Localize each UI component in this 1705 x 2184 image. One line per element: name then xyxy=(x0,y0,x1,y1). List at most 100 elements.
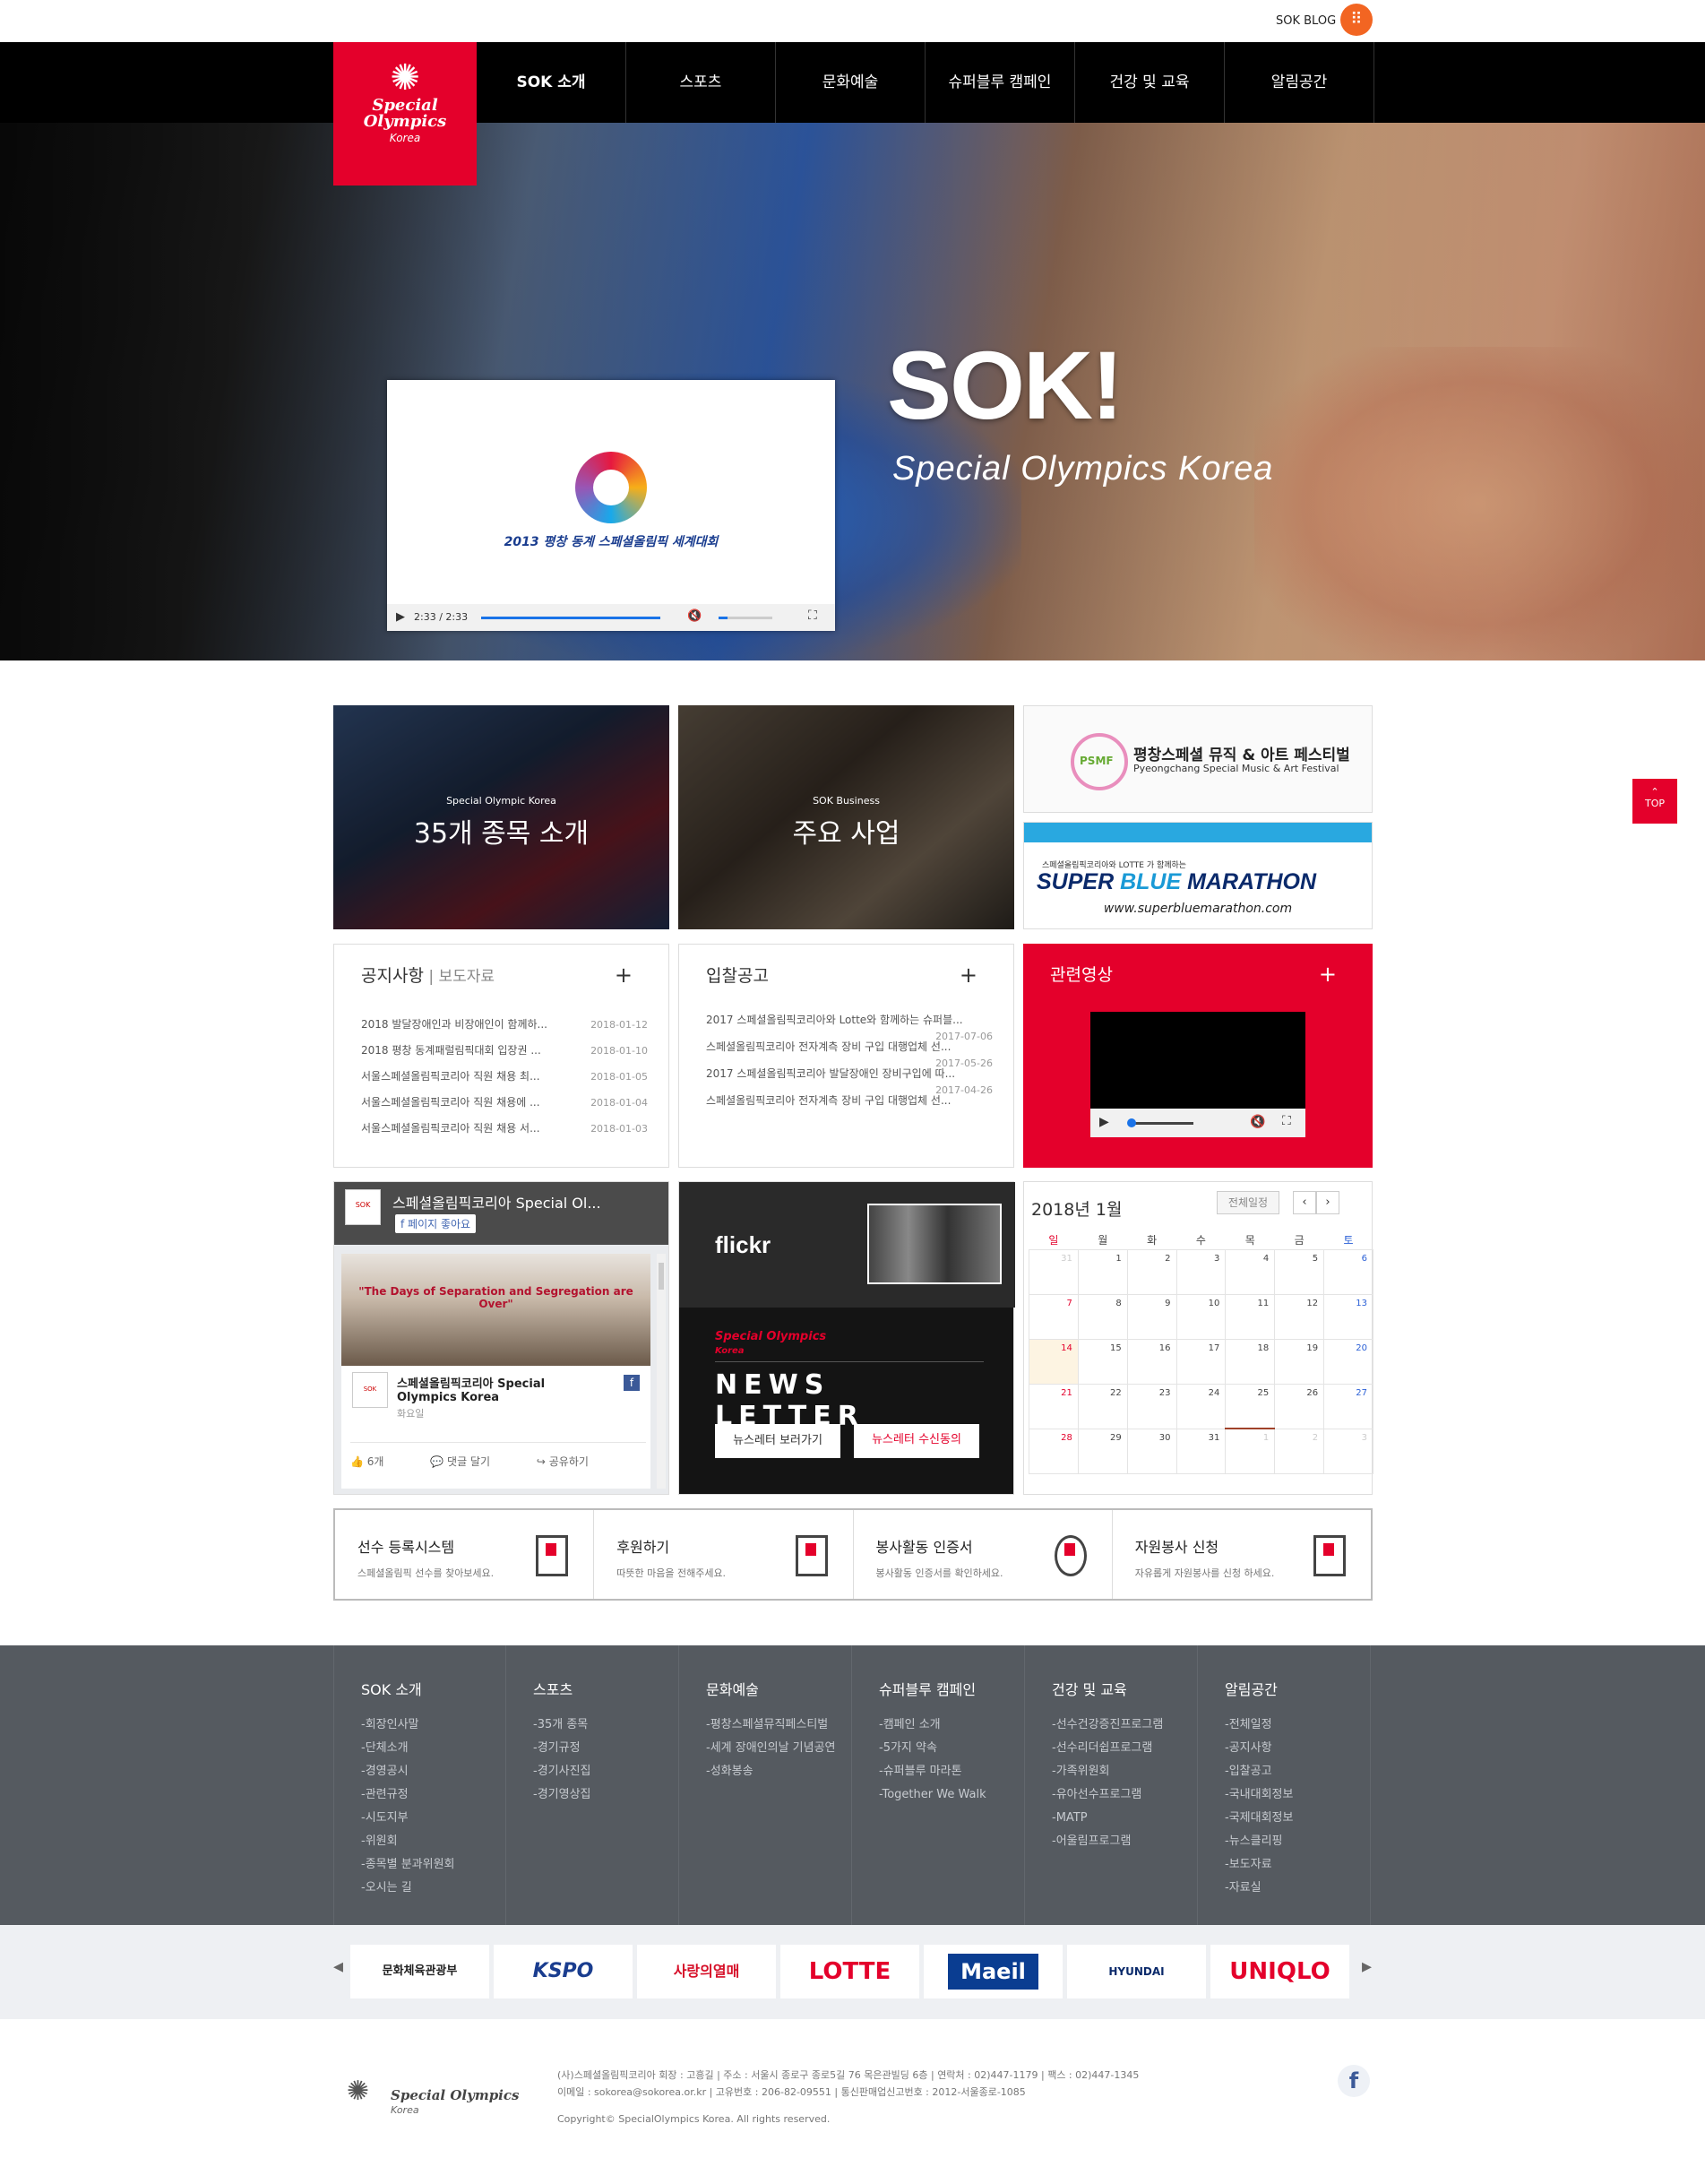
quick-athlete-registration[interactable]: 선수 등록시스템 스페셜올림픽 선수를 찾아보세요. xyxy=(335,1510,595,1599)
calendar-day-today[interactable]: 14 xyxy=(1029,1338,1079,1385)
nav-item-notice-space[interactable]: 알림공간 xyxy=(1225,42,1374,123)
partner-logo-uniqlo[interactable]: UNIQLO xyxy=(1210,1945,1349,1998)
sitemap-link[interactable]: -회장인사말 xyxy=(361,1714,505,1737)
calendar-day[interactable]: 2 xyxy=(1126,1248,1177,1295)
calendar-day[interactable]: 8 xyxy=(1077,1293,1128,1340)
sitemap-link[interactable]: -뉴스클리핑 xyxy=(1225,1830,1370,1853)
all-schedule-button[interactable]: 전체일정 xyxy=(1217,1191,1279,1214)
partner-logo-mcst[interactable]: 문화체육관광부 xyxy=(350,1945,489,1998)
calendar-day[interactable]: 4 xyxy=(1225,1248,1276,1295)
calendar-day[interactable]: 31 xyxy=(1175,1428,1227,1474)
list-item[interactable]: 서울스페셜올림픽코리아 직원 채용 서... 2018-01-03 xyxy=(361,1116,648,1142)
calendar-day[interactable]: 10 xyxy=(1175,1293,1227,1340)
banner-music-art-festival[interactable]: 평창스페셜 뮤직 & 아트 페스티벌 Pyeongchang Special M… xyxy=(1023,705,1373,813)
list-item[interactable]: 스페셜올림픽코리아 전자계측 장비 구입 대행업체 선... xyxy=(706,1092,993,1119)
more-plus-icon[interactable]: + xyxy=(615,963,633,988)
quick-donate[interactable]: 후원하기 따뜻한 마음을 전해주세요. xyxy=(594,1510,854,1599)
tile-sports-intro[interactable]: Special Olympic Korea 35개 종목 소개 xyxy=(333,705,669,929)
hero-video-player[interactable]: 2013 평창 동계 스페셜올림픽 세계대회 ▶ 2:33 / 2:33 🔇 ⛶ xyxy=(387,380,835,631)
newsletter-view-button[interactable]: 뉴스레터 보러가기 xyxy=(715,1424,840,1458)
share-action[interactable]: ↪ 공유하기 xyxy=(537,1455,610,1468)
sitemap-link[interactable]: -경기영상집 xyxy=(533,1783,678,1807)
calendar-day[interactable]: 3 xyxy=(1175,1248,1227,1295)
tab-notice[interactable]: 공지사항 xyxy=(361,966,424,986)
page-like-button[interactable]: f 페이지 좋아요 xyxy=(395,1214,477,1233)
list-item[interactable]: 2017 스페셜올림픽코리아와 Lotte와 함께하는 슈퍼블... 2017-0… xyxy=(706,1012,993,1042)
list-item[interactable]: 2018 평창 동계패럴림픽대회 입장권 ... 2018-01-10 xyxy=(361,1038,648,1064)
sitemap-link[interactable]: -평창스페셜뮤직페스티벌 xyxy=(706,1714,851,1737)
calendar-day[interactable]: 31 xyxy=(1029,1248,1079,1295)
sitemap-link[interactable]: -보도자료 xyxy=(1225,1853,1370,1877)
banner-super-blue-marathon[interactable]: 스페셜올림픽코리아와 LOTTE 가 함께하는 SUPER BLUE MARAT… xyxy=(1023,822,1373,929)
sitemap-link[interactable]: -종목별 분과위원회 xyxy=(361,1853,505,1877)
sitemap-heading[interactable]: 스포츠 xyxy=(533,1678,678,1699)
sitemap-heading[interactable]: SOK 소개 xyxy=(361,1678,505,1699)
like-action[interactable]: 👍 6개 xyxy=(350,1455,405,1468)
calendar-day[interactable]: 16 xyxy=(1126,1338,1177,1385)
calendar-day[interactable]: 11 xyxy=(1225,1293,1276,1340)
more-plus-icon[interactable]: + xyxy=(960,963,977,988)
list-item[interactable]: 2017 스페셜올림픽코리아 발달장애인 장비구입에 따... 2017-04-2… xyxy=(706,1066,993,1096)
partner-logo-lotte[interactable]: LOTTE xyxy=(780,1945,919,1998)
sitemap-link[interactable]: -슈퍼블루 마라톤 xyxy=(879,1760,1024,1783)
scroll-top-button[interactable]: ⌃ TOP xyxy=(1632,779,1677,824)
calendar-day[interactable]: 26 xyxy=(1274,1383,1325,1429)
sitemap-link[interactable]: -어울림프로그램 xyxy=(1052,1830,1197,1853)
calendar-day[interactable]: 19 xyxy=(1274,1338,1325,1385)
post-image[interactable]: "The Days of Separation and Segregation … xyxy=(341,1254,650,1366)
calendar-day[interactable]: 27 xyxy=(1323,1383,1373,1429)
fullscreen-icon[interactable]: ⛶ xyxy=(808,609,817,623)
sitemap-link[interactable]: -경기규정 xyxy=(533,1737,678,1760)
sitemap-heading[interactable]: 알림공간 xyxy=(1225,1678,1370,1699)
sitemap-heading[interactable]: 건강 및 교육 xyxy=(1052,1678,1197,1699)
scrollbar[interactable] xyxy=(657,1254,666,1489)
sitemap-heading[interactable]: 슈퍼블루 캠페인 xyxy=(879,1678,1024,1699)
facebook-icon[interactable]: f xyxy=(1338,2065,1370,2097)
sitemap-link[interactable]: -유아선수프로그램 xyxy=(1052,1783,1197,1807)
calendar-day[interactable]: 29 xyxy=(1077,1428,1128,1474)
sitemap-link[interactable]: -공지사항 xyxy=(1225,1737,1370,1760)
calendar-day-event[interactable]: 25 xyxy=(1225,1383,1276,1429)
sitemap-link[interactable]: -세계 장애인의날 기념공연 xyxy=(706,1737,851,1760)
sitemap-link[interactable]: -선수리더쉽프로그램 xyxy=(1052,1737,1197,1760)
partner-logo-kspo[interactable]: KSPO xyxy=(494,1945,633,1998)
calendar-day[interactable]: 28 xyxy=(1029,1428,1079,1474)
calendar-day[interactable]: 24 xyxy=(1175,1383,1227,1429)
calendar-day[interactable]: 12 xyxy=(1274,1293,1325,1340)
calendar-day[interactable]: 13 xyxy=(1323,1293,1373,1340)
post-page-name[interactable]: 스페셜올림픽코리아 Special Olympics Korea xyxy=(397,1374,576,1404)
nav-item-sports[interactable]: 스포츠 xyxy=(626,42,776,123)
video-progress-bar[interactable] xyxy=(481,617,660,619)
list-item[interactable]: 스페셜올림픽코리아 전자계측 장비 구입 대행업체 선... 2017-05-26 xyxy=(706,1039,993,1069)
sitemap-link[interactable]: -관련규정 xyxy=(361,1783,505,1807)
sitemap-link[interactable]: -성화봉송 xyxy=(706,1760,851,1783)
calendar-day[interactable]: 9 xyxy=(1126,1293,1177,1340)
play-icon[interactable]: ▶ xyxy=(1099,1115,1109,1129)
mute-icon[interactable]: 🔇 xyxy=(1250,1115,1265,1129)
partner-logo-love-fruit[interactable]: 사랑의열매 xyxy=(637,1945,776,1998)
partner-logo-maeil[interactable]: Maeil xyxy=(924,1945,1063,1998)
list-item[interactable]: 2018 발달장애인과 비장애인이 함께하... 2018-01-12 xyxy=(361,1012,648,1038)
calendar-day[interactable]: 18 xyxy=(1225,1338,1276,1385)
calendar-day[interactable]: 23 xyxy=(1126,1383,1177,1429)
sitemap-link[interactable]: -전체일정 xyxy=(1225,1714,1370,1737)
calendar-day[interactable]: 17 xyxy=(1175,1338,1227,1385)
quick-volunteer-certificate[interactable]: 봉사활동 인증서 봉사활동 인증서를 확인하세요. xyxy=(854,1510,1113,1599)
nav-item-health-education[interactable]: 건강 및 교육 xyxy=(1075,42,1225,123)
list-item[interactable]: 서울스페셜올림픽코리아 직원 채용에 ... 2018-01-04 xyxy=(361,1090,648,1116)
sitemap-link[interactable]: -국내대회정보 xyxy=(1225,1783,1370,1807)
mute-icon[interactable]: 🔇 xyxy=(687,609,702,623)
sitemap-link[interactable]: -Together We Walk xyxy=(879,1783,1024,1807)
sitemap-link[interactable]: -시도지부 xyxy=(361,1807,505,1830)
calendar-day[interactable]: 2 xyxy=(1274,1428,1325,1474)
prev-month-icon[interactable]: ‹ xyxy=(1293,1191,1316,1214)
tab-press[interactable]: 보도자료 xyxy=(438,968,495,986)
comment-action[interactable]: 💬 댓글 달기 xyxy=(430,1455,512,1468)
tile-main-business[interactable]: SOK Business 주요 사업 xyxy=(678,705,1014,929)
nav-item-super-blue[interactable]: 슈퍼블루 캠페인 xyxy=(926,42,1075,123)
dots-icon[interactable]: ⠿ xyxy=(1340,4,1373,36)
fullscreen-icon[interactable]: ⛶ xyxy=(1282,1114,1291,1128)
sok-blog-link[interactable]: SOK BLOG xyxy=(1276,14,1336,28)
sitemap-link[interactable]: -자료실 xyxy=(1225,1877,1370,1900)
nav-item-culture-arts[interactable]: 문화예술 xyxy=(776,42,926,123)
